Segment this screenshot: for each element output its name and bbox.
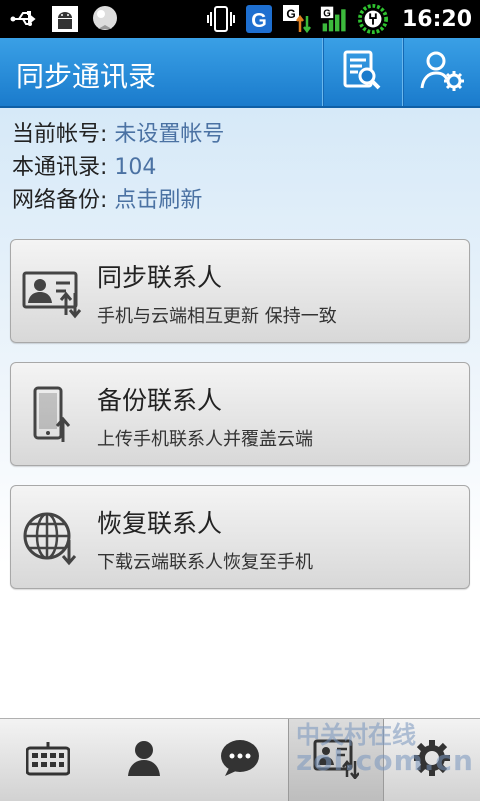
search-log-icon: [340, 48, 384, 96]
battery-charging-icon: [357, 4, 388, 34]
tab-sync[interactable]: [288, 719, 384, 801]
main-content: 当前帐号: 未设置帐号 本通讯录: 104 网络备份: 点击刷新 同步联系人 手…: [0, 108, 480, 718]
person-icon: [124, 738, 164, 782]
tab-settings[interactable]: [384, 719, 480, 801]
tab-messages[interactable]: [192, 719, 288, 801]
notification-ball-icon: [90, 4, 120, 34]
keypad-icon: [25, 740, 71, 780]
contact-card-sync-icon: [313, 737, 360, 783]
gear-icon: [412, 738, 452, 782]
vibrate-icon: [206, 4, 236, 34]
backup-phone-icon: [21, 386, 83, 443]
bottom-tab-bar: [0, 718, 480, 801]
account-row: 当前帐号: 未设置帐号: [12, 118, 224, 151]
signal-icon: G: [320, 4, 350, 34]
search-log-button[interactable]: [322, 38, 401, 106]
svg-text:G: G: [323, 8, 331, 19]
status-bar: G G G 16:20: [0, 0, 480, 38]
contacts-count: 104: [114, 155, 157, 180]
contacts-row: 本通讯录: 104: [12, 151, 224, 184]
sync-contacts-button[interactable]: 同步联系人 手机与云端相互更新 保持一致: [10, 239, 470, 343]
restore-contacts-button[interactable]: 恢复联系人 下载云端联系人恢复至手机: [10, 485, 470, 589]
account-label: 当前帐号:: [12, 122, 115, 147]
g-app-icon: G: [244, 4, 274, 34]
action-title: 备份联系人: [97, 386, 223, 415]
backup-label: 网络备份:: [12, 188, 115, 213]
action-description: 下载云端联系人恢复至手机: [97, 552, 313, 573]
g-data-icon: G: [282, 4, 312, 34]
clock: 16:20: [401, 6, 472, 32]
tab-dialpad[interactable]: [0, 719, 96, 801]
account-settings-icon: [418, 48, 466, 96]
app-header: 同步通讯录: [0, 38, 480, 108]
restore-globe-icon: [21, 510, 83, 566]
contacts-label: 本通讯录:: [12, 155, 115, 180]
action-description: 上传手机联系人并覆盖云端: [97, 429, 313, 450]
svg-text:G: G: [251, 10, 267, 32]
action-description: 手机与云端相互更新 保持一致: [97, 306, 337, 327]
backup-row: 网络备份: 点击刷新: [12, 184, 224, 217]
account-settings-button[interactable]: [402, 38, 480, 106]
action-title: 同步联系人: [97, 263, 223, 292]
action-title: 恢复联系人: [97, 509, 223, 538]
account-value[interactable]: 未设置帐号: [114, 122, 224, 147]
message-bubble-icon: [219, 738, 261, 782]
android-debug-icon: [50, 4, 80, 34]
page-title: 同步通讯录: [16, 60, 157, 93]
backup-contacts-button[interactable]: 备份联系人 上传手机联系人并覆盖云端: [10, 362, 470, 466]
refresh-link[interactable]: 点击刷新: [114, 188, 202, 213]
account-info: 当前帐号: 未设置帐号 本通讯录: 104 网络备份: 点击刷新: [12, 118, 224, 217]
sync-contacts-icon: [21, 264, 83, 320]
svg-text:G: G: [286, 7, 295, 21]
usb-icon: [10, 4, 40, 34]
tab-contacts[interactable]: [96, 719, 192, 801]
